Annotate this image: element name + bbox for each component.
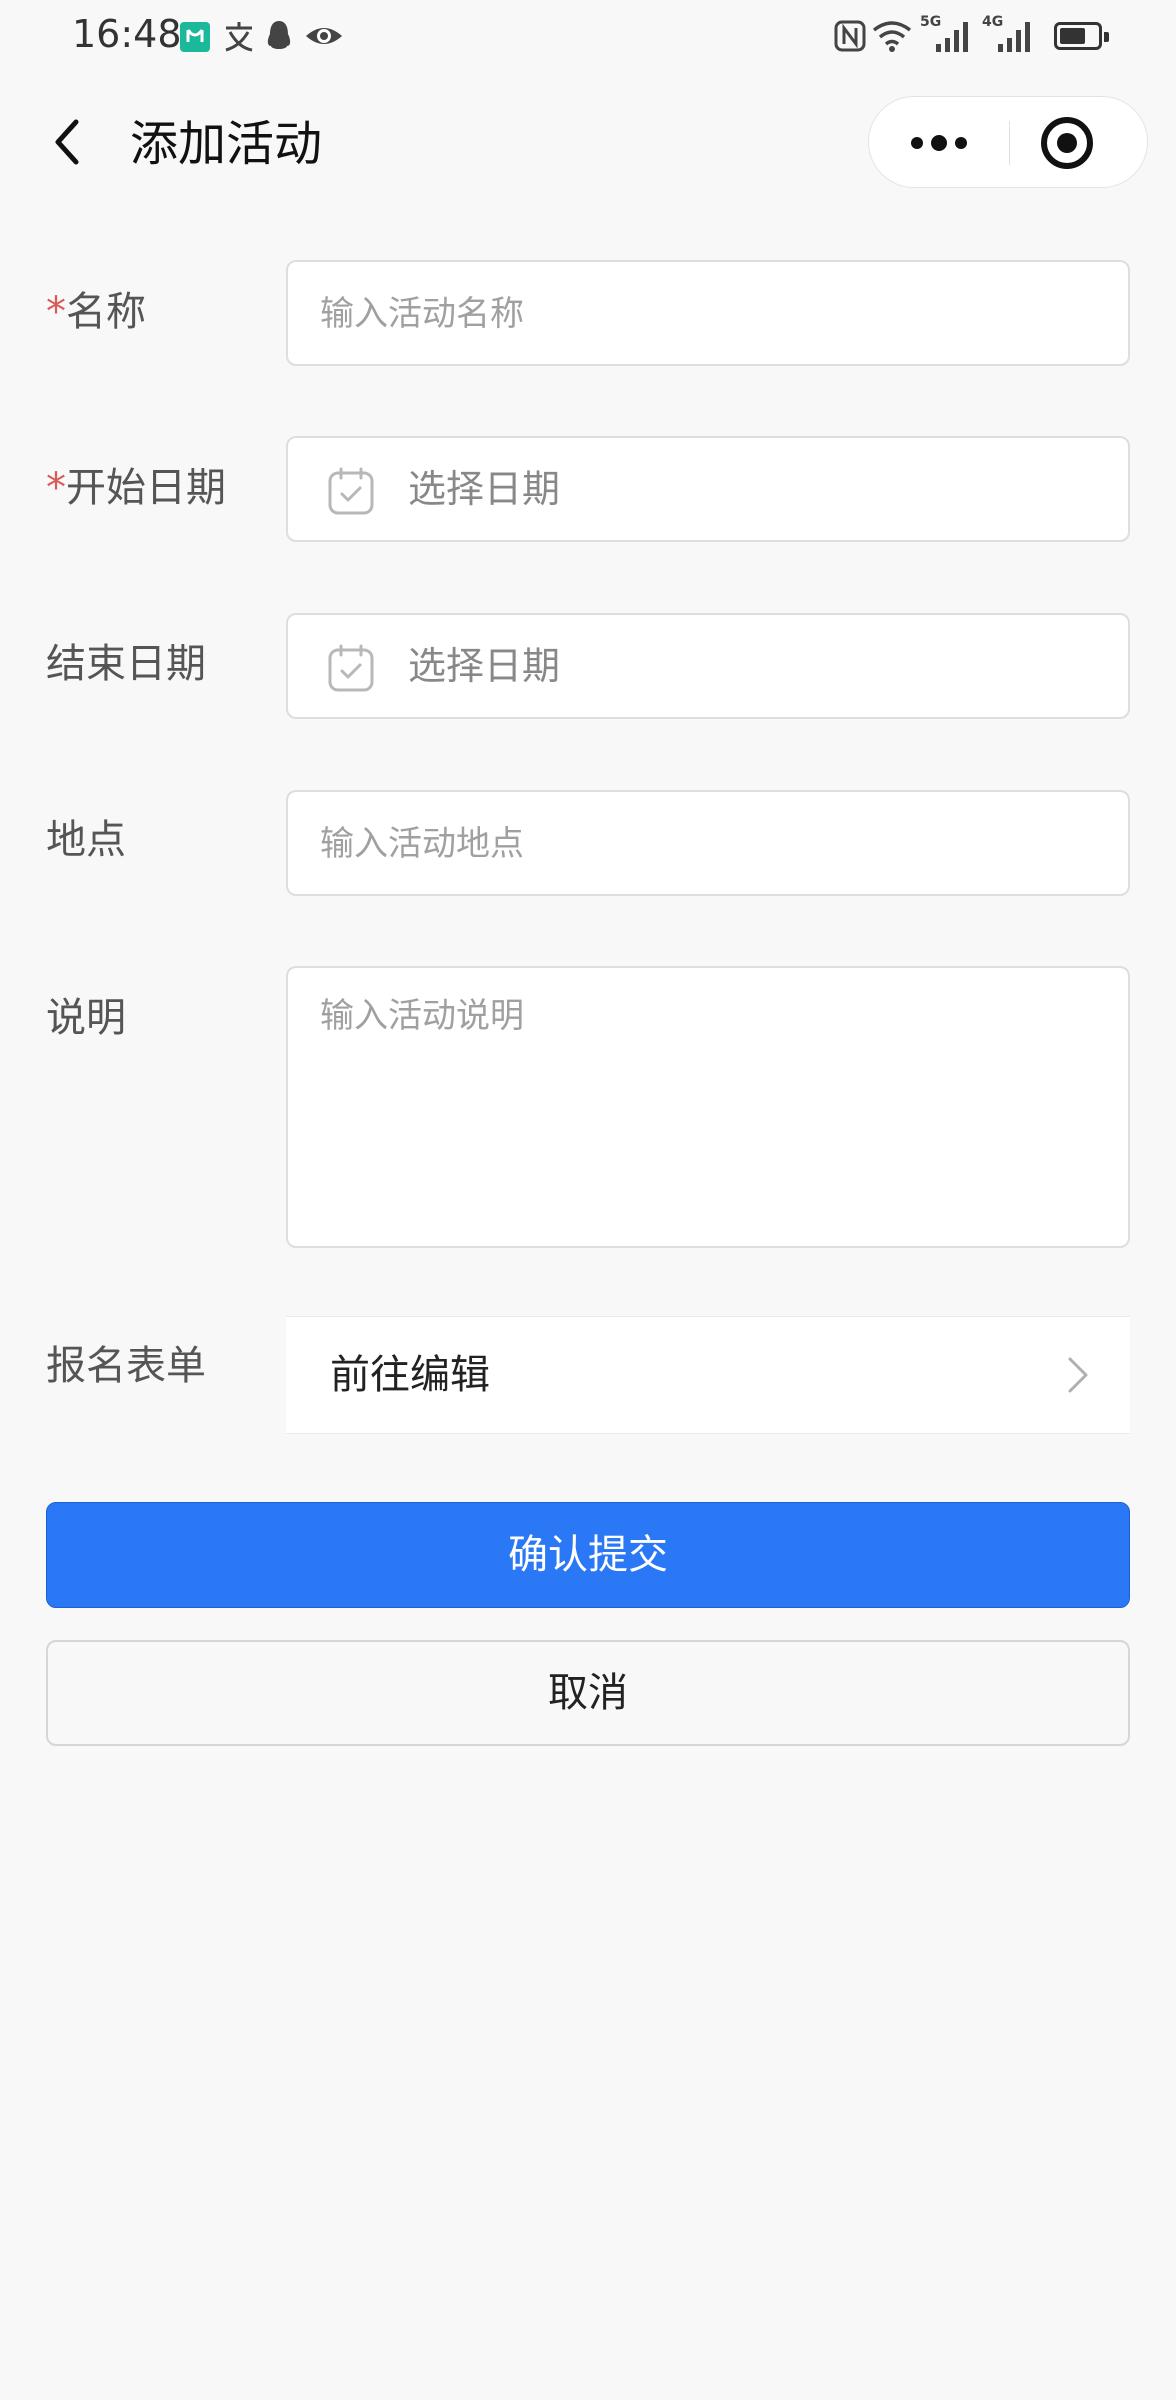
description-label: 说明 — [46, 995, 126, 1041]
wifi-icon — [872, 21, 912, 52]
start-date-label: *开始日期 — [46, 465, 226, 511]
page-title: 添加活动 — [130, 116, 323, 172]
end-date-label: 结束日期 — [46, 641, 206, 687]
end-date-picker[interactable]: 选择日期 — [286, 613, 1130, 719]
calendar-check-icon — [328, 644, 374, 692]
description-field — [286, 966, 1130, 1248]
required-mark: * — [46, 289, 66, 335]
signup-form-link-text: 前往编辑 — [330, 1352, 490, 1398]
signal-5g-icon — [936, 22, 968, 52]
battery-icon — [1054, 22, 1109, 50]
location-field — [286, 790, 1130, 896]
more-dots-icon[interactable] — [869, 97, 1009, 189]
battery-level — [1060, 28, 1086, 44]
name-input[interactable] — [318, 262, 1102, 366]
submit-button[interactable]: 确认提交 — [46, 1502, 1130, 1608]
start-date-picker[interactable]: 选择日期 — [286, 436, 1130, 542]
signup-form-label: 报名表单 — [46, 1343, 206, 1389]
signal-4g-icon — [998, 22, 1030, 52]
eye-icon — [306, 28, 342, 44]
status-time: 16:48 — [72, 12, 182, 56]
qq-icon — [267, 21, 291, 49]
target-circle-icon[interactable] — [1009, 97, 1149, 189]
nfc-icon — [834, 20, 866, 52]
signup-form-link[interactable]: 前往编辑 — [286, 1316, 1130, 1434]
end-date-text: 选择日期 — [408, 644, 561, 688]
location-input[interactable] — [318, 792, 1102, 896]
start-date-text: 选择日期 — [408, 467, 561, 511]
capsule-menu — [868, 96, 1148, 188]
cancel-button[interactable]: 取消 — [46, 1640, 1130, 1746]
nav-bar: 添加活动 — [0, 72, 1176, 212]
name-field — [286, 260, 1130, 366]
chevron-left-icon[interactable] — [40, 112, 100, 172]
app-badge-icon — [180, 22, 210, 52]
location-label: 地点 — [46, 817, 126, 863]
calendar-check-icon — [328, 467, 374, 515]
description-textarea[interactable] — [318, 986, 1102, 1230]
name-label: *名称 — [46, 289, 146, 335]
chevron-right-icon — [1068, 1357, 1088, 1393]
status-bar: 16:48 5G 4G — [0, 0, 1176, 72]
translate-icon — [225, 22, 253, 52]
required-mark: * — [46, 465, 66, 511]
